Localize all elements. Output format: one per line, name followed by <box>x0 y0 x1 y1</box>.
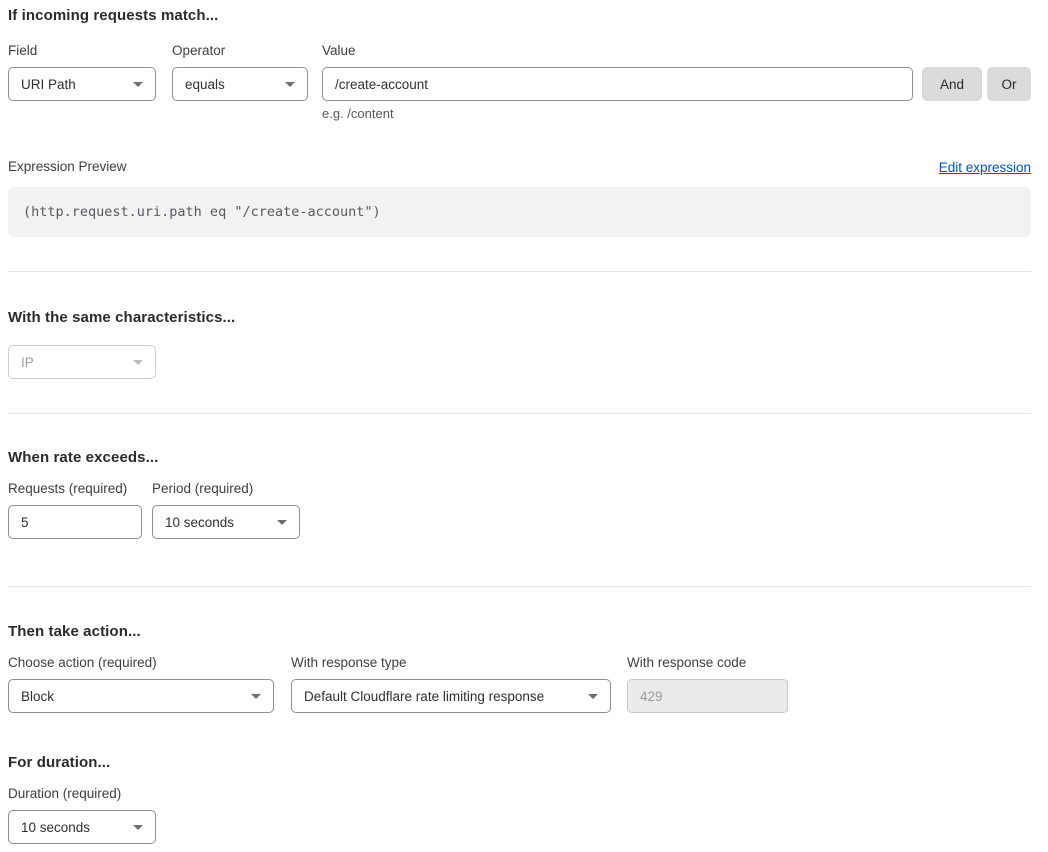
choose-action-select[interactable]: Block <box>8 679 274 713</box>
field-select[interactable]: URI Path <box>8 67 156 101</box>
requests-label: Requests (required) <box>8 481 142 497</box>
chevron-down-icon <box>285 82 295 87</box>
characteristic-select-value: IP <box>21 355 34 370</box>
section-divider <box>8 586 1031 587</box>
value-hint: e.g. /content <box>322 106 1031 121</box>
match-row: Field URI Path Operator equals Value And… <box>8 43 1031 101</box>
operator-select-value: equals <box>185 77 225 92</box>
chevron-down-icon <box>251 694 261 699</box>
value-label: Value <box>322 43 913 59</box>
rate-row: Requests (required) Period (required) 10… <box>8 481 1031 539</box>
operator-label: Operator <box>172 43 308 59</box>
response-code-label: With response code <box>627 655 788 671</box>
response-type-label: With response type <box>291 655 611 671</box>
period-select-value: 10 seconds <box>165 515 234 530</box>
rate-section-heading: When rate exceeds... <box>8 449 1031 467</box>
chevron-down-icon <box>588 694 598 699</box>
action-section-heading: Then take action... <box>8 623 1031 641</box>
chevron-down-icon <box>133 360 143 365</box>
characteristic-select: IP <box>8 345 156 379</box>
choose-action-select-value: Block <box>21 689 54 704</box>
duration-section-heading: For duration... <box>8 754 1031 772</box>
or-button[interactable]: Or <box>987 67 1031 101</box>
period-label: Period (required) <box>152 481 300 497</box>
expression-preview-label: Expression Preview <box>8 159 127 175</box>
edit-expression-link[interactable]: Edit expression <box>939 160 1031 175</box>
duration-select[interactable]: 10 seconds <box>8 810 156 844</box>
action-row: Choose action (required) Block With resp… <box>8 655 1031 713</box>
requests-input[interactable] <box>8 505 142 539</box>
characteristics-section-heading: With the same characteristics... <box>8 309 1031 327</box>
rate-limit-rule-form: If incoming requests match... Field URI … <box>0 0 1048 852</box>
operator-select[interactable]: equals <box>172 67 308 101</box>
value-input[interactable] <box>322 67 913 101</box>
field-select-value: URI Path <box>21 77 76 92</box>
match-section-heading: If incoming requests match... <box>8 7 1031 25</box>
chevron-down-icon <box>133 825 143 830</box>
expression-preview-code: (http.request.uri.path eq "/create-accou… <box>8 187 1031 237</box>
field-label: Field <box>8 43 156 59</box>
chevron-down-icon <box>277 520 287 525</box>
duration-select-value: 10 seconds <box>21 820 90 835</box>
choose-action-label: Choose action (required) <box>8 655 274 671</box>
chevron-down-icon <box>133 82 143 87</box>
period-select[interactable]: 10 seconds <box>152 505 300 539</box>
response-type-select-value: Default Cloudflare rate limiting respons… <box>304 689 544 704</box>
response-type-select[interactable]: Default Cloudflare rate limiting respons… <box>291 679 611 713</box>
expression-preview-header: Expression Preview Edit expression <box>8 159 1031 175</box>
duration-label: Duration (required) <box>8 786 156 802</box>
section-divider <box>8 413 1031 414</box>
response-code-input <box>627 679 788 713</box>
and-button[interactable]: And <box>922 67 982 101</box>
section-divider <box>8 271 1031 272</box>
